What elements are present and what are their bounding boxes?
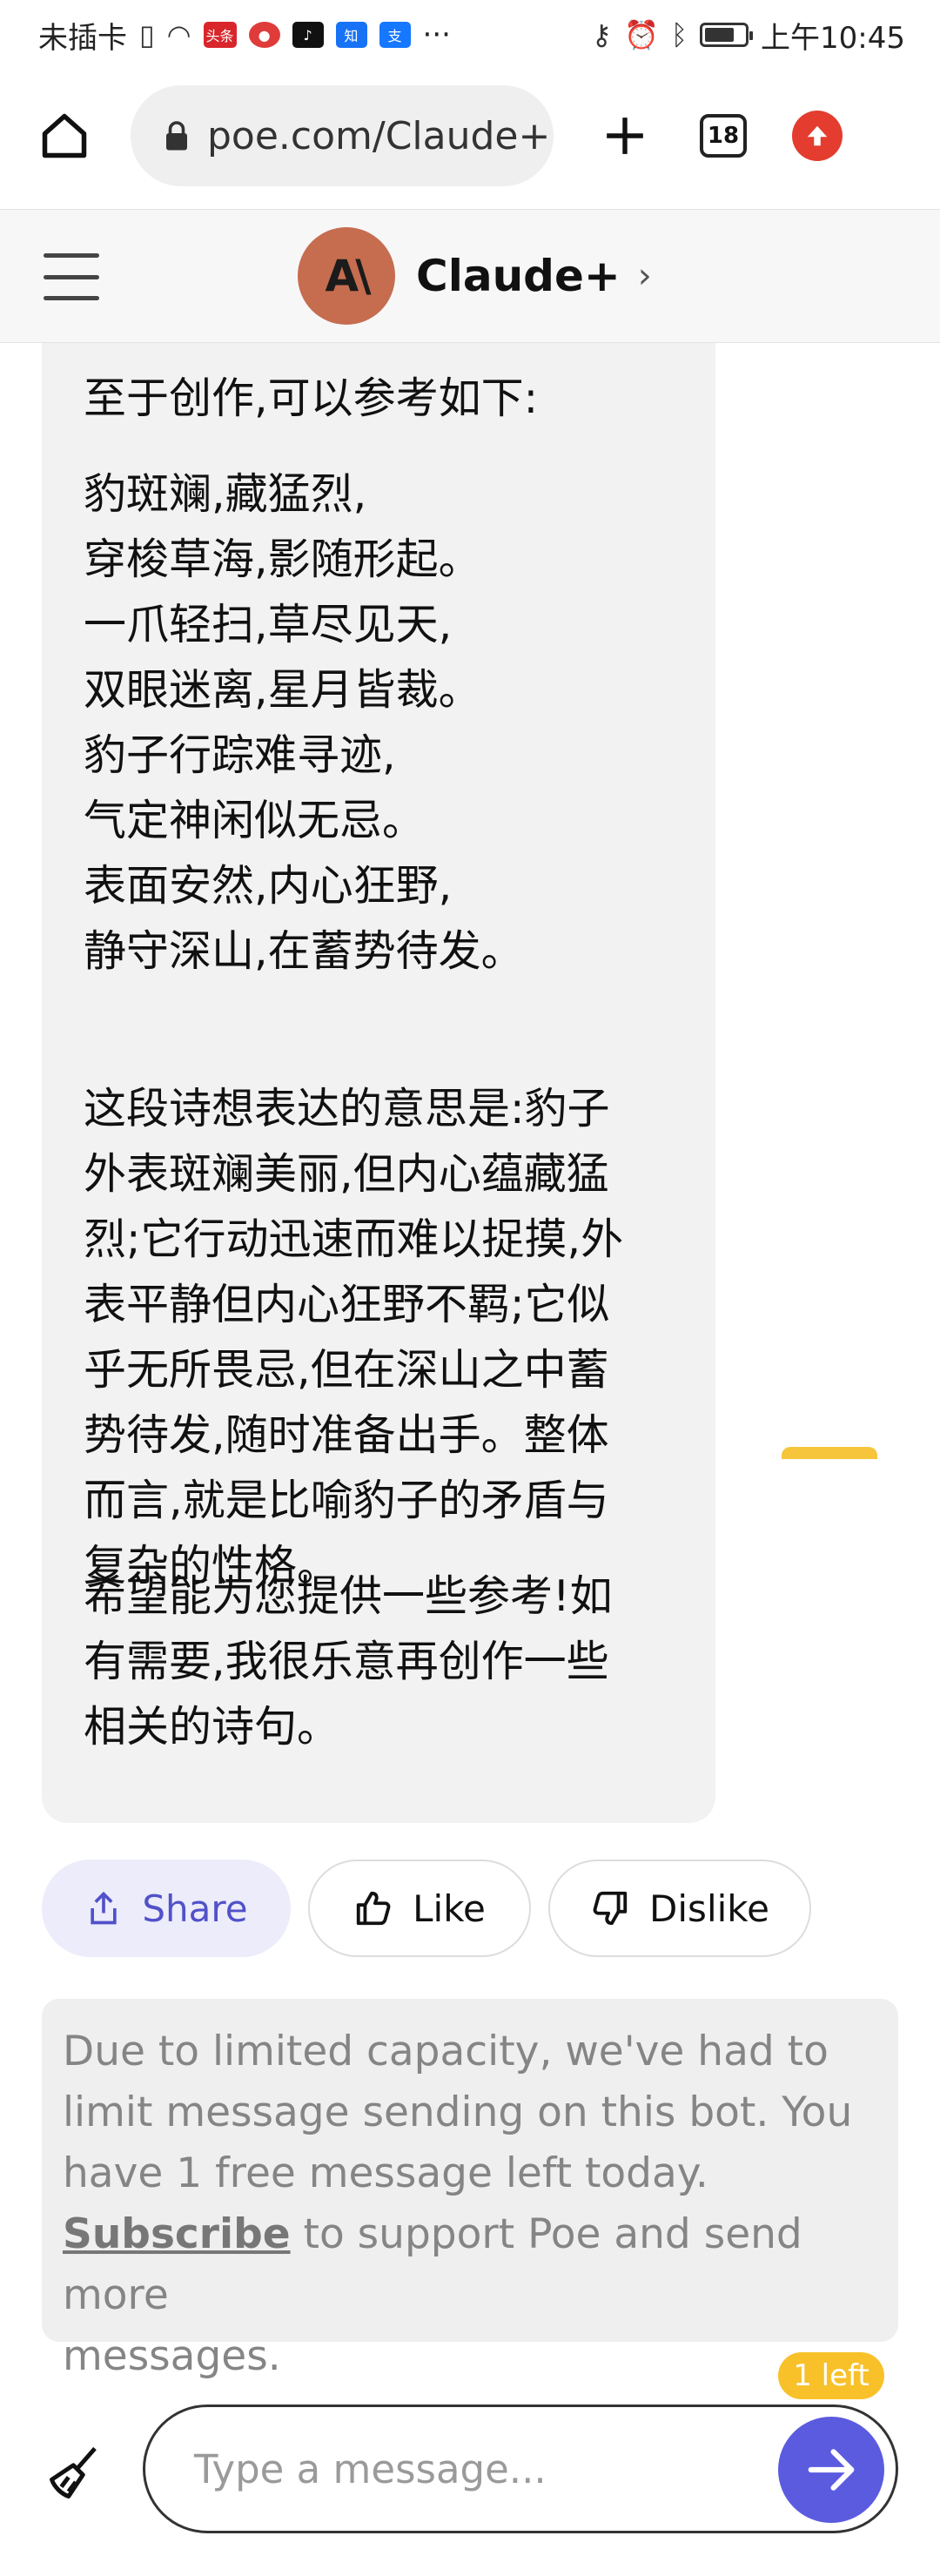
clear-context-button[interactable]: [45, 2438, 106, 2507]
scroll-indicator: [782, 1447, 877, 1459]
thumbs-down-icon: [593, 1891, 628, 1926]
carrier-label: 未插卡: [38, 20, 127, 56]
like-button[interactable]: Like: [308, 1860, 531, 1957]
more-notifications-icon: ···: [422, 17, 451, 52]
key-icon: ⚷: [591, 18, 612, 51]
message-explanation: 这段诗想表达的意思是:豹子 外表斑斓美丽,但内心蕴藏猛 烈;它行动迅速而难以捉摸…: [84, 1084, 624, 1591]
sim-alert-icon: ▯: [139, 18, 155, 51]
menu-icon-bar: [44, 253, 99, 258]
status-bar: 未插卡 ▯ ◠ 头条 ● ♪ 知 支 ··· ⚷ ⏰ ᛒ 上午10:45: [0, 0, 940, 70]
subscribe-link[interactable]: Subscribe: [63, 2210, 291, 2258]
message-poem: 豹斑斓,藏猛烈, 穿梭草海,影随形起。 一爪轻扫,草尽见天, 双眼迷离,星月皆裁…: [84, 469, 524, 976]
plus-icon: [607, 118, 643, 154]
notice-line: limit message sending on this bot. You: [63, 2088, 853, 2136]
messages-left-badge: 1 left: [778, 2352, 884, 2399]
arrow-up-icon: [807, 125, 828, 146]
tiktok-app-icon: ♪: [292, 22, 324, 48]
address-bar[interactable]: poe.com/Claude+: [131, 85, 554, 186]
tab-switcher-button[interactable]: 18: [700, 114, 747, 158]
bluetooth-icon: ᛒ: [670, 18, 688, 51]
capacity-notice: Due to limited capacity, we've had to li…: [42, 1999, 898, 2380]
share-button[interactable]: Share: [42, 1860, 291, 1957]
message-closing: 希望能为您提供一些参考!如 有需要,我很乐意再创作一些 相关的诗句。: [84, 1571, 613, 1752]
battery-level: [705, 28, 735, 42]
send-button[interactable]: [778, 2417, 884, 2523]
share-label: Share: [142, 1887, 248, 1930]
notice-line: have 1 free message left today.: [63, 2149, 708, 2197]
message-intro: 至于创作,可以参考如下:: [84, 373, 539, 423]
status-bar-right: ⚷ ⏰ ᛒ 上午10:45: [592, 14, 905, 57]
wifi-icon: ◠: [166, 18, 191, 51]
lock-icon: [166, 121, 187, 151]
arrow-right-icon: [808, 2449, 855, 2491]
menu-icon-bar: [44, 296, 99, 300]
clock: 上午10:45: [761, 20, 905, 56]
menu-icon-bar: [44, 274, 99, 279]
status-bar-left: 未插卡 ▯ ◠ 头条 ● ♪ 知 支 ···: [38, 14, 451, 57]
new-tab-button[interactable]: [590, 101, 660, 171]
thumbs-up-icon: [356, 1891, 391, 1926]
browser-toolbar: poe.com/Claude+ 18: [0, 84, 940, 188]
bot-avatar: A\: [298, 227, 395, 325]
alipay-app-icon: 支: [379, 22, 411, 48]
broom-icon: [50, 2446, 97, 2499]
toutiao-app-icon: 头条: [203, 22, 237, 48]
update-button[interactable]: [792, 111, 843, 161]
home-button[interactable]: [28, 99, 101, 172]
dislike-button[interactable]: Dislike: [548, 1860, 811, 1957]
battery-icon: [700, 23, 754, 47]
home-icon: [42, 113, 87, 158]
notice-line: Subscribe to support Poe and send more: [63, 2204, 877, 2326]
dislike-label: Dislike: [649, 1887, 769, 1930]
zhihu-app-icon: 知: [335, 22, 367, 48]
like-label: Like: [413, 1887, 486, 1930]
url-text: poe.com/Claude+: [207, 113, 551, 158]
alarm-icon: ⏰: [623, 18, 659, 51]
share-icon: [91, 1891, 118, 1925]
bot-name: Claude+: [416, 251, 621, 301]
notice-line: Due to limited capacity, we've had to: [63, 2028, 829, 2075]
app-header: A\ Claude+ ›: [0, 209, 940, 343]
notice-line: messages.: [63, 2332, 281, 2380]
record-app-icon: ●: [248, 22, 280, 48]
chevron-right-icon: ›: [637, 256, 652, 296]
menu-button[interactable]: [44, 253, 99, 300]
bot-message-bubble: 至于创作,可以参考如下: 豹斑斓,藏猛烈, 穿梭草海,影随形起。 一爪轻扫,草尽…: [42, 343, 715, 1823]
bot-info-button[interactable]: A\ Claude+ ›: [298, 227, 652, 325]
